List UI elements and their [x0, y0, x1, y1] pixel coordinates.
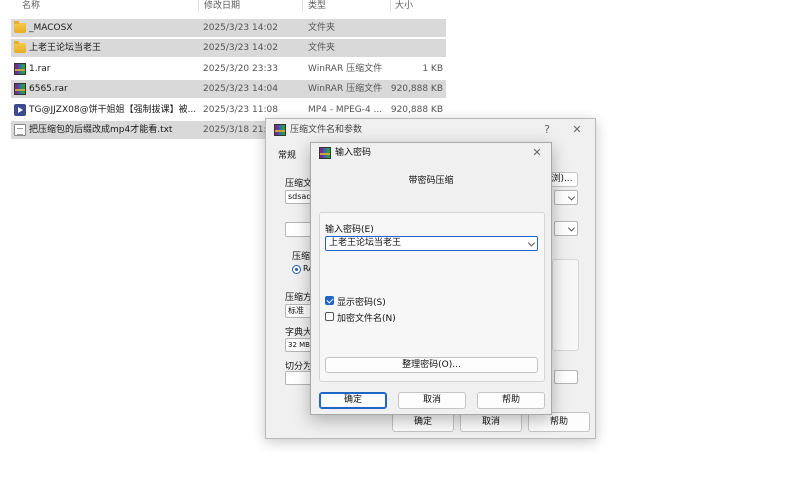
file-date: 2025/3/23 14:02 [203, 43, 278, 53]
compression-method-label: 压缩方 [285, 293, 313, 303]
password-input[interactable]: 上老王论坛当老王 [325, 236, 538, 251]
dialog-title-bar[interactable]: 压缩文件名和参数 ? ✕ [266, 119, 595, 141]
file-date: 2025/3/20 23:33 [203, 64, 278, 74]
file-name: 上老王论坛当老王 [29, 43, 102, 53]
file-name: 6565.rar [29, 84, 68, 94]
ok-button-label: 确定 [343, 395, 362, 405]
file-date: 2025/3/23 14:02 [203, 23, 278, 33]
options-group [552, 259, 579, 351]
winrar-icon [319, 147, 331, 159]
file-date: 2025/3/18 21:2 [203, 125, 265, 135]
column-header-type[interactable]: 类型 [308, 0, 326, 14]
dialog-title: 输入密码 [335, 148, 372, 158]
file-date: 2025/3/23 14:04 [203, 84, 278, 94]
ok-button[interactable]: 确定 [319, 392, 387, 409]
column-header-size[interactable]: 大小 [395, 0, 413, 14]
cancel-button-label: 取消 [422, 395, 441, 405]
chevron-down-icon [567, 223, 576, 232]
format-label: 压缩 [292, 252, 311, 262]
tab-general[interactable]: 常规 [273, 147, 301, 165]
file-row[interactable]: 1.rar 2025/3/20 23:33 WinRAR 压缩文件 1 KB [11, 60, 446, 78]
ok-button-label: 确定 [413, 417, 432, 427]
password-value: 上老王论坛当老王 [329, 238, 402, 248]
browse-button-label: 浏)... [551, 174, 573, 184]
file-date: 2025/3/23 11:08 [203, 105, 278, 115]
dialog-heading: 带密码压缩 [408, 176, 454, 186]
close-icon[interactable]: ✕ [527, 143, 547, 163]
folder-icon [14, 41, 26, 53]
ok-button[interactable]: 确定 [392, 412, 454, 432]
show-password-checkbox[interactable] [325, 296, 334, 305]
help-button-label: 帮助 [501, 395, 520, 405]
format-rar-radio[interactable] [292, 265, 301, 274]
file-size [371, 39, 443, 57]
update-mode-dropdown[interactable] [554, 190, 578, 205]
file-list-header: 名称 修改日期 类型 大小 [0, 0, 450, 14]
file-name: 1.rar [29, 64, 51, 74]
column-header-date[interactable]: 修改日期 [204, 0, 240, 14]
encrypt-filenames-checkbox[interactable] [325, 312, 334, 321]
winrar-icon [14, 83, 26, 95]
file-row[interactable]: 把压缩包的后缀改成mp4才能看.txt 2025/3/18 21:2 [11, 121, 265, 139]
folder-icon [14, 21, 26, 33]
help-button[interactable]: 帮助 [477, 392, 545, 409]
cancel-button[interactable]: 取消 [460, 412, 522, 432]
text-file-icon [14, 124, 26, 136]
column-header-name[interactable]: 名称 [22, 0, 40, 14]
dialog-title-bar[interactable]: 输入密码 ✕ [311, 143, 551, 163]
file-row[interactable]: 6565.rar 2025/3/23 14:04 WinRAR 压缩文件 920… [11, 80, 446, 98]
file-row[interactable]: _MACOSX 2025/3/23 14:02 文件夹 [11, 19, 446, 37]
file-name: TG@JJZX08@饼干姐姐【强制拔课】被... [29, 105, 197, 115]
file-size: 920,888 KB [390, 84, 443, 94]
dictionary-size-label: 字典大 [285, 328, 313, 338]
show-password-label[interactable]: 显示密码(S) [337, 295, 386, 308]
file-size [371, 19, 443, 37]
cancel-button-label: 取消 [481, 417, 500, 427]
cancel-button[interactable]: 取消 [398, 392, 466, 409]
set-password-button[interactable] [554, 370, 578, 384]
file-size: 1 KB [422, 64, 443, 74]
compression-method-value: 标准 [288, 306, 304, 315]
column-separator[interactable] [198, 0, 199, 13]
encrypt-filenames-label[interactable]: 加密文件名(N) [337, 311, 396, 324]
help-button-label: 帮助 [549, 417, 568, 427]
file-name: _MACOSX [29, 23, 73, 33]
help-button[interactable]: 帮助 [528, 412, 590, 432]
file-size: 920,888 KB [390, 105, 443, 115]
help-icon[interactable]: ? [537, 119, 557, 141]
winrar-icon [274, 124, 286, 136]
file-row[interactable]: TG@JJZX08@饼干姐姐【强制拔课】被... 2025/3/23 11:08… [11, 101, 446, 119]
options-dropdown[interactable] [554, 221, 578, 236]
organize-passwords-label: 整理密码(O)... [402, 360, 461, 370]
file-name: 把压缩包的后缀改成mp4才能看.txt [29, 125, 173, 135]
mp4-icon [14, 104, 26, 116]
chevron-down-icon [567, 192, 576, 201]
password-label: 输入密码(E) [325, 225, 374, 235]
winrar-icon [14, 63, 26, 75]
column-separator[interactable] [302, 0, 303, 13]
dialog-title: 压缩文件名和参数 [290, 125, 363, 135]
close-icon[interactable]: ✕ [567, 119, 587, 141]
file-row[interactable]: 上老王论坛当老王 2025/3/23 14:02 文件夹 [11, 39, 446, 57]
archive-name-label: 压缩文 [285, 179, 313, 189]
dictionary-size-value: 32 MB [288, 341, 310, 349]
chevron-down-icon[interactable] [527, 238, 536, 247]
password-dialog: 输入密码 ✕ 带密码压缩 输入密码(E) 上老王论坛当老王 显示密码(S) 加密… [310, 142, 552, 415]
organize-passwords-button[interactable]: 整理密码(O)... [325, 357, 538, 373]
column-separator[interactable] [390, 0, 391, 13]
